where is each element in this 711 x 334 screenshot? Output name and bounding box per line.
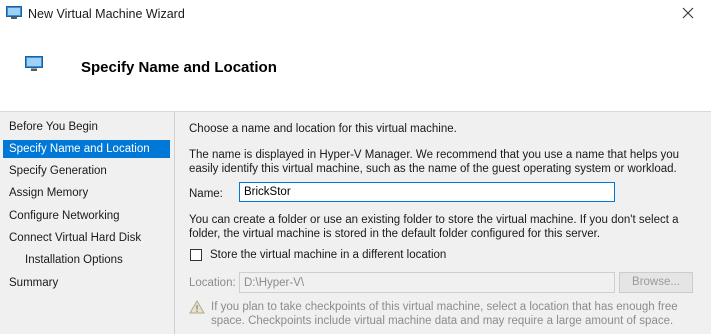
- sidebar-item-specify-generation[interactable]: Specify Generation: [3, 162, 170, 180]
- sidebar-item-connect-virtual-hard-disk[interactable]: Connect Virtual Hard Disk: [3, 229, 170, 247]
- folder-help-text: You can create a folder or use an existi…: [189, 214, 679, 240]
- sidebar-item-summary[interactable]: Summary: [3, 274, 170, 292]
- monitor-icon: [6, 6, 22, 20]
- sidebar-item-specify-name-and-location[interactable]: Specify Name and Location: [3, 140, 170, 158]
- name-label: Name:: [189, 188, 223, 200]
- close-button[interactable]: [665, 0, 711, 28]
- location-field: [239, 272, 615, 293]
- sidebar-item-configure-networking[interactable]: Configure Networking: [3, 207, 170, 225]
- sidebar-item-assign-memory[interactable]: Assign Memory: [3, 184, 170, 202]
- name-field[interactable]: [239, 182, 615, 202]
- wizard-header: Specify Name and Location: [0, 28, 711, 112]
- sidebar-item-installation-options[interactable]: Installation Options: [3, 251, 170, 269]
- window-title: New Virtual Machine Wizard: [28, 7, 185, 21]
- intro-text: Choose a name and location for this virt…: [189, 123, 457, 135]
- page-title: Specify Name and Location: [81, 59, 277, 76]
- wizard-steps-sidebar: Before You Begin Specify Name and Locati…: [0, 112, 175, 334]
- close-icon: [682, 7, 694, 22]
- monitor-icon: [25, 56, 43, 72]
- different-location-checkbox[interactable]: [190, 249, 202, 261]
- location-label: Location:: [189, 277, 236, 289]
- name-help-text: The name is displayed in Hyper-V Manager…: [189, 149, 680, 175]
- warning-icon: [189, 300, 205, 314]
- browse-button: Browse...: [619, 272, 693, 293]
- sidebar-item-before-you-begin[interactable]: Before You Begin: [3, 118, 170, 136]
- wizard-content: Choose a name and location for this virt…: [175, 112, 711, 334]
- title-bar: New Virtual Machine Wizard: [0, 0, 711, 29]
- checkpoint-warning-text: If you plan to take checkpoints of this …: [211, 301, 678, 327]
- different-location-label[interactable]: Store the virtual machine in a different…: [210, 249, 446, 261]
